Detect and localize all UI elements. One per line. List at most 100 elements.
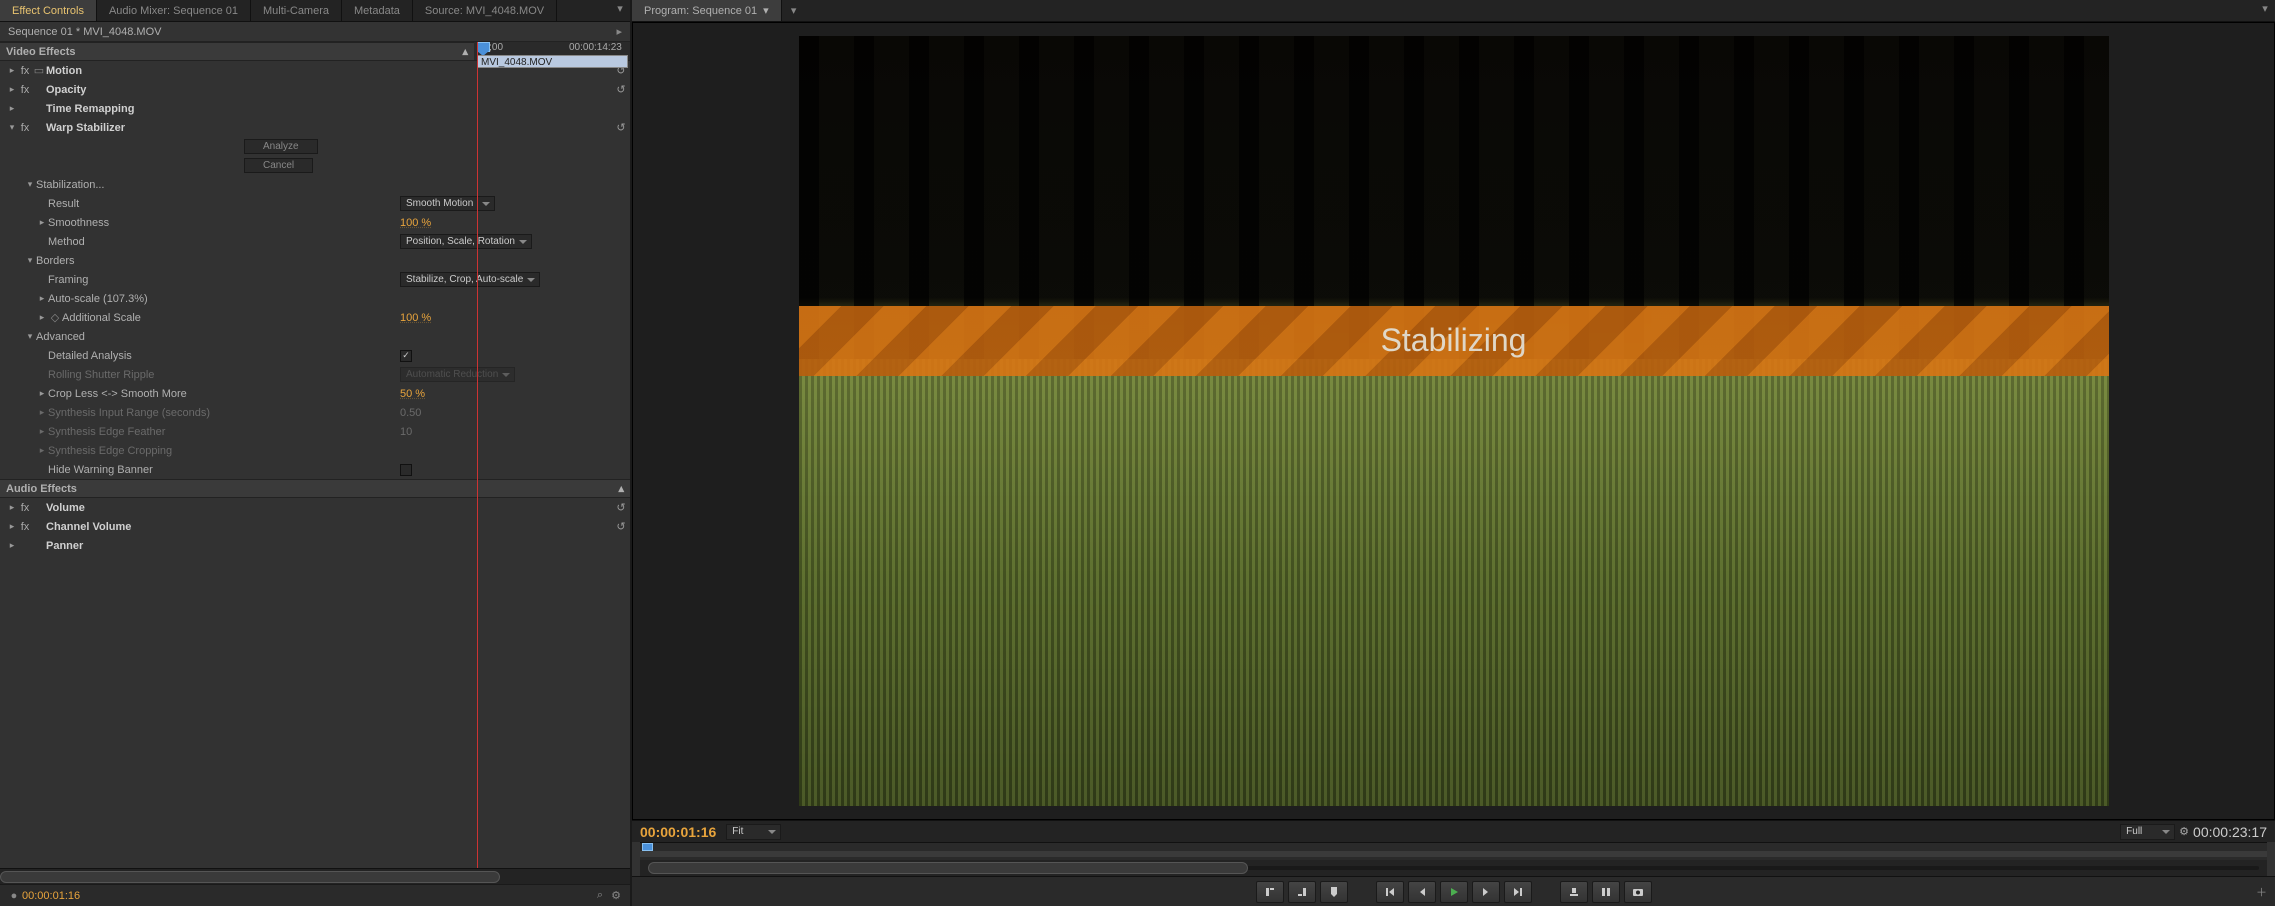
lift-button[interactable] bbox=[1560, 881, 1588, 903]
twirl-icon[interactable]: ▸ bbox=[36, 217, 48, 228]
twirl-icon[interactable]: ▸ bbox=[6, 521, 18, 532]
effect-warp-stabilizer[interactable]: ▾ fx Warp Stabilizer ↺ bbox=[0, 118, 630, 137]
warp-smoothness: ▸ Smoothness 100 % bbox=[0, 213, 630, 232]
export-frame-button[interactable] bbox=[1624, 881, 1652, 903]
effect-timeline-scrollbar[interactable] bbox=[0, 868, 630, 884]
warp-stabilization-group[interactable]: ▾ Stabilization... bbox=[0, 175, 630, 194]
twirl-icon[interactable]: ▸ bbox=[6, 84, 18, 95]
hide-warning-checkbox[interactable] bbox=[400, 464, 412, 476]
audio-channel-volume[interactable]: ▸ fx Channel Volume ↺ bbox=[0, 517, 630, 536]
twirl-icon: ▸ bbox=[36, 445, 48, 456]
reset-icon[interactable]: ↺ bbox=[612, 501, 630, 514]
fx-badge-icon[interactable]: fx bbox=[18, 65, 32, 77]
effect-opacity[interactable]: ▸ fx Opacity ↺ bbox=[0, 80, 630, 99]
twirl-icon[interactable]: ▸ bbox=[6, 502, 18, 513]
twirl-icon[interactable]: ▸ bbox=[36, 293, 48, 304]
effect-time-remapping[interactable]: ▸ Time Remapping bbox=[0, 99, 630, 118]
additional-scale-value[interactable]: 100 % bbox=[400, 312, 431, 324]
panel-menu-icon[interactable]: ▾ bbox=[614, 2, 626, 14]
button-editor-icon[interactable]: ＋ bbox=[2256, 884, 2267, 900]
audio-effects-header[interactable]: Audio Effects ▴ bbox=[0, 479, 630, 498]
tab-effect-controls[interactable]: Effect Controls bbox=[0, 0, 97, 21]
scrollbar-thumb[interactable] bbox=[0, 871, 500, 883]
navigator-thumb[interactable] bbox=[648, 862, 1248, 874]
warp-analyze-row: Analyze bbox=[0, 137, 630, 156]
playhead-timecode[interactable]: 00:00:01:16 bbox=[640, 824, 716, 840]
collapse-icon[interactable]: ▴ bbox=[618, 482, 624, 495]
twirl-icon[interactable]: ▸ bbox=[36, 312, 48, 323]
timeline-playhead-icon[interactable] bbox=[477, 42, 490, 54]
navigator-scrollbar[interactable] bbox=[640, 860, 2267, 876]
tab-source[interactable]: Source: MVI_4048.MOV bbox=[413, 0, 557, 21]
twirl-icon[interactable]: ▾ bbox=[6, 122, 18, 133]
mark-out-button[interactable] bbox=[1288, 881, 1316, 903]
warp-crop-less: ▸ Crop Less <-> Smooth More 50 % bbox=[0, 384, 630, 403]
current-timecode[interactable]: 00:00:01:16 bbox=[22, 890, 80, 902]
program-time-ruler[interactable] bbox=[640, 842, 2267, 860]
twirl-icon[interactable]: ▾ bbox=[24, 331, 36, 342]
timecode-indicator-icon[interactable]: ● bbox=[6, 890, 22, 902]
reset-icon[interactable]: ↺ bbox=[612, 520, 630, 533]
sequence-header: Sequence 01 * MVI_4048.MOV ▸ bbox=[0, 22, 630, 42]
playhead-line[interactable] bbox=[477, 42, 478, 868]
step-forward-button[interactable] bbox=[1472, 881, 1500, 903]
go-to-in-button[interactable] bbox=[1376, 881, 1404, 903]
detailed-analysis-checkbox[interactable] bbox=[400, 350, 412, 362]
audio-panner[interactable]: ▸ Panner bbox=[0, 536, 630, 555]
fx-badge-icon[interactable]: fx bbox=[18, 521, 32, 533]
video-canvas: Stabilizing bbox=[799, 36, 2109, 806]
fx-badge-icon[interactable]: fx bbox=[18, 502, 32, 514]
tab-audio-mixer[interactable]: Audio Mixer: Sequence 01 bbox=[97, 0, 251, 21]
video-effects-header[interactable]: Video Effects ▴ bbox=[0, 42, 474, 61]
fx-badge-icon[interactable]: fx bbox=[18, 122, 32, 134]
step-back-button[interactable] bbox=[1408, 881, 1436, 903]
extract-button[interactable] bbox=[1592, 881, 1620, 903]
panel-menu-icon[interactable]: ▾ bbox=[2259, 2, 2271, 14]
warp-advanced-group[interactable]: ▾ Advanced bbox=[0, 327, 630, 346]
program-monitor-panel: Program: Sequence 01 ▾ ▾ ▾ Stabilizing 0… bbox=[632, 0, 2275, 906]
playhead-icon[interactable] bbox=[642, 843, 653, 851]
resolution-dropdown[interactable]: Full bbox=[2120, 824, 2175, 840]
warp-synth-edge-feather: ▸ Synthesis Edge Feather 10 bbox=[0, 422, 630, 441]
zoom-tool-icon[interactable]: ⌕ bbox=[592, 889, 608, 902]
tab-multi-camera[interactable]: Multi-Camera bbox=[251, 0, 342, 21]
audio-volume[interactable]: ▸ fx Volume ↺ bbox=[0, 498, 630, 517]
effect-controls-panel: Effect Controls Audio Mixer: Sequence 01… bbox=[0, 0, 632, 906]
twirl-icon[interactable]: ▾ bbox=[24, 255, 36, 266]
play-button[interactable] bbox=[1440, 881, 1468, 903]
warp-borders-group[interactable]: ▾ Borders bbox=[0, 251, 630, 270]
transform-icon[interactable]: ▭ bbox=[32, 64, 46, 77]
twirl-icon[interactable]: ▸ bbox=[6, 65, 18, 76]
tab-program[interactable]: Program: Sequence 01 ▾ bbox=[632, 0, 782, 21]
framing-dropdown[interactable]: Stabilize, Crop, Auto-scale bbox=[400, 272, 540, 287]
smoothness-value[interactable]: 100 % bbox=[400, 217, 431, 229]
zoom-fit-dropdown[interactable]: Fit bbox=[726, 824, 781, 840]
twirl-icon[interactable]: ▸ bbox=[6, 103, 18, 114]
method-dropdown[interactable]: Position, Scale, Rotation bbox=[400, 234, 532, 249]
go-to-out-button[interactable] bbox=[1504, 881, 1532, 903]
close-tab-icon[interactable]: ▾ bbox=[788, 5, 800, 17]
playhead-jump-icon[interactable]: ▸ bbox=[616, 25, 622, 38]
twirl-icon[interactable]: ▾ bbox=[24, 179, 36, 190]
collapse-icon[interactable]: ▴ bbox=[462, 45, 468, 58]
crop-less-value[interactable]: 50 % bbox=[400, 388, 425, 400]
monitor-info-bar: 00:00:01:16 Fit Full ⚙ 00:00:23:17 bbox=[632, 820, 2275, 842]
tab-metadata[interactable]: Metadata bbox=[342, 0, 413, 21]
settings-icon[interactable]: ⚙ bbox=[2179, 825, 2189, 838]
reset-icon[interactable]: ↺ bbox=[612, 83, 630, 96]
twirl-icon[interactable]: ▸ bbox=[6, 540, 18, 551]
twirl-icon[interactable]: ▸ bbox=[36, 388, 48, 399]
mark-in-button[interactable] bbox=[1256, 881, 1284, 903]
keyframe-icon[interactable]: ◇ bbox=[48, 311, 62, 324]
timeline-clip[interactable]: MVI_4048.MOV bbox=[477, 55, 628, 68]
cancel-button[interactable]: Cancel bbox=[244, 158, 313, 173]
fx-badge-icon[interactable]: fx bbox=[18, 84, 32, 96]
reset-icon[interactable]: ↺ bbox=[612, 121, 630, 134]
result-dropdown[interactable]: Smooth Motion bbox=[400, 196, 495, 211]
video-monitor[interactable]: Stabilizing bbox=[632, 22, 2275, 820]
sequence-dropdown-icon[interactable]: ▾ bbox=[763, 4, 769, 17]
wrench-icon[interactable]: ⚙ bbox=[608, 889, 624, 902]
add-marker-button[interactable] bbox=[1320, 881, 1348, 903]
work-area-bar[interactable] bbox=[640, 851, 2267, 857]
analyze-button[interactable]: Analyze bbox=[244, 139, 318, 154]
